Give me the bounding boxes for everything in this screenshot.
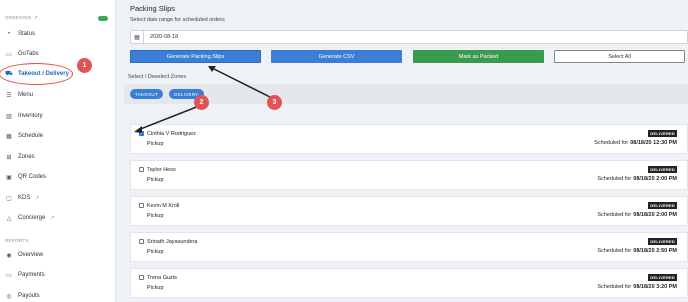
sidebar-item-payments[interactable]: ▭ Payments bbox=[5, 269, 45, 281]
sidebar-item-inventory[interactable]: ▥ Inventory bbox=[5, 110, 43, 122]
reports-section-label: REPORTS bbox=[5, 238, 29, 243]
status-badge: DELIVERED bbox=[648, 274, 677, 281]
status-badge: DELIVERED bbox=[648, 166, 677, 173]
calendar-icon[interactable]: ▦ bbox=[131, 31, 144, 43]
order-checkbox[interactable]: ✓ bbox=[139, 131, 144, 136]
sidebar-item-menu[interactable]: ☰ Menu bbox=[5, 89, 33, 101]
status-badge: DELIVERED bbox=[648, 130, 677, 137]
scheduled-time: Scheduled for 08/18/20 3:20 PM bbox=[597, 284, 677, 290]
sidebar-item-status[interactable]: • Status bbox=[5, 28, 35, 40]
sidebar-item-overview[interactable]: ◉ Overview bbox=[5, 249, 43, 261]
zone-pill-takeout[interactable]: TAKEOUT bbox=[130, 89, 164, 99]
order-type: Pickup bbox=[147, 285, 164, 291]
sidebar-item-concierge[interactable]: △ Concierge ↗ bbox=[5, 212, 55, 224]
order-card[interactable]: Taylor Hess Pickup DELIVERED Scheduled f… bbox=[130, 160, 688, 190]
external-link-icon: ↗ bbox=[50, 215, 55, 221]
order-type: Pickup bbox=[147, 213, 164, 219]
date-value: 2020-08-18 bbox=[150, 34, 179, 40]
ordering-section-label: ORDERING ↗ bbox=[5, 15, 39, 21]
calendar-icon: ▦ bbox=[6, 133, 12, 140]
status-badge: DELIVERED bbox=[648, 202, 677, 209]
annotation-badge-2: 2 bbox=[194, 95, 209, 110]
generate-csv-button[interactable]: Generate CSV bbox=[271, 50, 402, 63]
select-all-button[interactable]: Select All bbox=[554, 50, 685, 63]
sidebar-item-schedule[interactable]: ▦ Schedule bbox=[5, 130, 43, 142]
order-type: Pickup bbox=[147, 177, 164, 183]
sidebar-item-payouts[interactable]: ◎ Payouts bbox=[5, 290, 39, 302]
sidebar-item-qr-codes[interactable]: ▣ QR Codes bbox=[5, 171, 46, 183]
card-icon: ▭ bbox=[6, 272, 12, 279]
mark-as-packed-button[interactable]: Mark as Packed bbox=[413, 50, 544, 63]
sidebar-item-kds[interactable]: ▢ KDS ↗ bbox=[5, 192, 40, 204]
order-customer-name: Taylor Hess bbox=[147, 167, 176, 173]
sidebar-item-gotabs[interactable]: ▭ GoTabs bbox=[5, 48, 39, 60]
order-checkbox[interactable] bbox=[139, 239, 144, 244]
order-card[interactable]: Srinath Jayasundera Pickup DELIVERED Sch… bbox=[130, 232, 688, 262]
order-card[interactable]: ✓ Cinthia V Rodriguez Pickup DELIVERED S… bbox=[130, 124, 688, 154]
annotation-badge-3: 3 bbox=[267, 95, 282, 110]
ordering-toggle[interactable] bbox=[98, 16, 108, 21]
status-badge: DELIVERED bbox=[648, 238, 677, 245]
money-icon: ◎ bbox=[6, 293, 12, 300]
order-checkbox[interactable] bbox=[139, 275, 144, 280]
order-card[interactable]: Kevin M Kroll Pickup DELIVERED Scheduled… bbox=[130, 196, 688, 226]
scheduled-time: Scheduled for 08/18/20 12:30 PM bbox=[594, 140, 677, 146]
dot-icon: • bbox=[7, 31, 11, 37]
scheduled-time: Scheduled for 08/18/20 2:00 PM bbox=[597, 212, 677, 218]
order-customer-name: Srinath Jayasundera bbox=[147, 239, 198, 245]
monitor-icon: ▢ bbox=[6, 195, 12, 202]
order-customer-name: Cinthia V Rodriguez bbox=[147, 131, 196, 137]
tab-icon: ▭ bbox=[6, 51, 12, 58]
eye-icon: ◉ bbox=[6, 252, 12, 259]
order-checkbox[interactable] bbox=[139, 203, 144, 208]
order-card[interactable]: Trena Guzts Pickup DELIVERED Scheduled f… bbox=[130, 268, 688, 298]
sidebar: ORDERING ↗ • Status ▭ GoTabs ⛟ Takeout / Del… bbox=[0, 0, 116, 302]
grid-icon: ⊞ bbox=[6, 154, 12, 161]
order-type: Pickup bbox=[147, 249, 164, 255]
order-type: Pickup bbox=[147, 141, 164, 147]
scheduled-time: Scheduled for 08/18/20 2:00 PM bbox=[597, 176, 677, 182]
bell-icon: △ bbox=[6, 215, 12, 222]
order-checkbox[interactable] bbox=[139, 167, 144, 172]
annotation-badge-1: 1 bbox=[77, 58, 92, 73]
menu-icon: ☰ bbox=[6, 92, 12, 99]
chart-icon: ▥ bbox=[6, 113, 12, 120]
qr-icon: ▣ bbox=[6, 174, 12, 181]
scheduled-time: Scheduled for 08/18/20 2:50 PM bbox=[597, 248, 677, 254]
sidebar-item-zones[interactable]: ⊞ Zones bbox=[5, 151, 34, 163]
page-title: Packing Slips bbox=[130, 4, 176, 13]
date-range-subtitle: Select date range for scheduled orders bbox=[130, 17, 225, 23]
zones-label: Select / Deselect Zones bbox=[128, 74, 187, 80]
highlight-ellipse bbox=[0, 63, 73, 85]
order-customer-name: Kevin M Kroll bbox=[147, 203, 180, 209]
external-link-icon: ↗ bbox=[33, 15, 39, 21]
external-link-icon: ↗ bbox=[35, 195, 40, 201]
order-customer-name: Trena Guzts bbox=[147, 275, 178, 281]
generate-packing-slips-button[interactable]: Generate Packing Slips bbox=[130, 50, 261, 63]
main-content: Packing Slips Select date range for sche… bbox=[120, 0, 688, 302]
date-input[interactable]: ▦ 2020-08-18 bbox=[130, 30, 688, 44]
